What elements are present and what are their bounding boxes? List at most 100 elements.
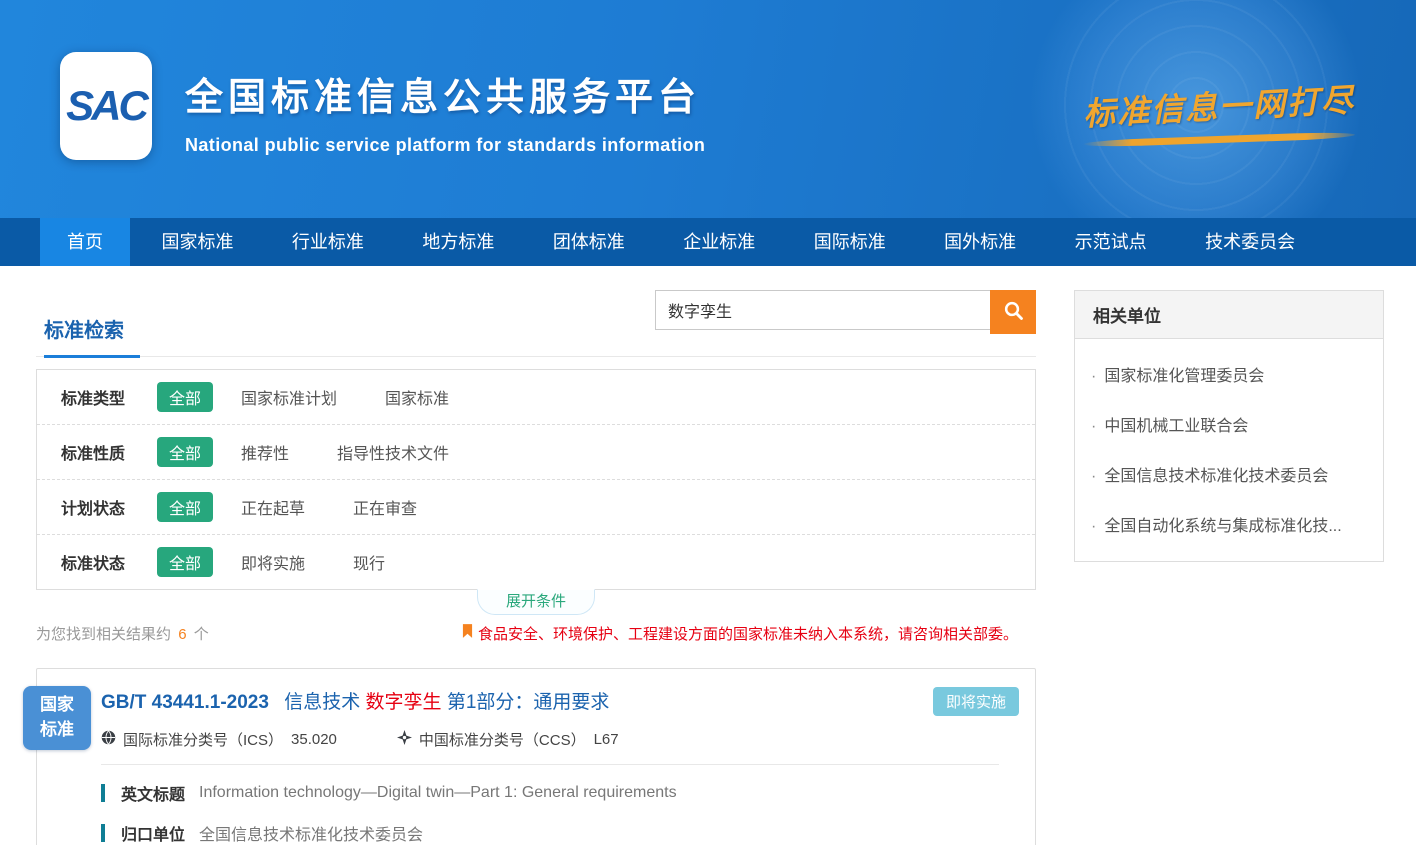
site-banner: SAC 全国标准信息公共服务平台 National public service…	[0, 0, 1416, 218]
standard-title-part2: 第1部分：通用要求	[447, 692, 610, 713]
filter-option[interactable]: 国家标准	[385, 385, 449, 409]
filter-label: 计划状态	[61, 495, 157, 519]
related-unit-link[interactable]: · 中国机械工业联合会	[1091, 399, 1367, 449]
filter-all-badge[interactable]: 全部	[157, 547, 213, 577]
filter-label: 标准性质	[61, 440, 157, 464]
site-subtitle: National public service platform for sta…	[185, 135, 705, 156]
globe-icon	[101, 730, 123, 749]
bookmark-icon	[462, 624, 478, 643]
ccs-group: 中国标准分类号（CCS） L67	[397, 729, 619, 750]
related-units-title: 相关单位	[1075, 291, 1383, 339]
ics-group: 国际标准分类号（ICS） 35.020	[101, 729, 337, 750]
main-nav: 首页 国家标准 行业标准 地方标准 团体标准 企业标准 国际标准 国外标准 示范…	[0, 218, 1416, 266]
filter-row-standard-nature: 标准性质 全部 推荐性 指导性技术文件	[37, 425, 1035, 480]
result-notice-text: 食品安全、环境保护、工程建设方面的国家标准未纳入本系统，请咨询相关部委。	[478, 623, 1018, 644]
filter-option[interactable]: 推荐性	[241, 440, 289, 464]
filter-all-badge[interactable]: 全部	[157, 492, 213, 522]
nav-item-national-standards[interactable]: 国家标准	[134, 218, 260, 266]
english-title-label: 英文标题	[121, 781, 185, 805]
main-column: 标准检索 标准类型 全部	[36, 290, 1036, 845]
filter-row-standard-status: 标准状态 全部 即将实施 现行	[37, 535, 1035, 589]
nav-item-technical-committee[interactable]: 技术委员会	[1178, 218, 1322, 266]
related-unit-link[interactable]: · 全国信息技术标准化技术委员会	[1091, 449, 1367, 499]
search-box	[655, 290, 1036, 334]
ccs-value: L67	[594, 731, 619, 748]
filter-all-badge[interactable]: 全部	[157, 382, 213, 412]
related-units-list: ·国家标准化管理委员会 ·中国机械工业联合会 ·全国信息技术标准化技术委员会 ·…	[1075, 339, 1383, 561]
related-unit-label: 全国信息技术标准化技术委员会	[1104, 468, 1328, 485]
filter-label: 标准状态	[61, 550, 157, 574]
english-title-value: Information technology—Digital twin—Part…	[199, 784, 677, 802]
status-badge: 即将实施	[933, 687, 1019, 716]
nav-item-group-standards[interactable]: 团体标准	[526, 218, 652, 266]
standard-type-badge: 国家 标准	[23, 686, 91, 750]
result-count-suffix: 个	[194, 626, 209, 643]
filter-option[interactable]: 正在审查	[353, 495, 417, 519]
nav-item-home[interactable]: 首页	[40, 218, 130, 266]
nav-item-international-standards[interactable]: 国际标准	[787, 218, 913, 266]
search-button[interactable]	[990, 290, 1036, 334]
english-title-row: 英文标题 Information technology—Digital twin…	[101, 781, 1019, 805]
related-unit-label: 国家标准化管理委员会	[1104, 368, 1264, 385]
compass-icon	[397, 730, 419, 749]
site-brand: 全国标准信息公共服务平台 National public service pla…	[185, 66, 705, 156]
banner-slogan-text: 标准信息一网打尽	[1073, 74, 1365, 135]
sac-logo[interactable]: SAC	[60, 52, 152, 160]
dept-label: 归口单位	[121, 821, 185, 845]
standard-title-part1: 信息技术	[284, 692, 360, 713]
related-unit-label: 中国机械工业联合会	[1104, 418, 1248, 435]
dept-value[interactable]: 全国信息技术标准化技术委员会	[199, 821, 423, 845]
search-icon	[1003, 300, 1024, 324]
dept-row: 归口单位 全国信息技术标准化技术委员会	[101, 821, 1019, 845]
search-section-header: 标准检索	[36, 290, 1036, 357]
filter-option[interactable]: 国家标准计划	[241, 385, 337, 409]
nav-item-enterprise-standards[interactable]: 企业标准	[656, 218, 782, 266]
nav-item-pilot[interactable]: 示范试点	[1048, 218, 1174, 266]
nav-item-local-standards[interactable]: 地方标准	[395, 218, 521, 266]
standard-code: GB/T 43441.1-2023	[101, 692, 269, 713]
attr-bar	[101, 824, 105, 842]
result-notice: 食品安全、环境保护、工程建设方面的国家标准未纳入本系统，请咨询相关部委。	[462, 623, 1036, 644]
sac-logo-text: SAC	[66, 82, 146, 130]
attr-bar	[101, 784, 105, 802]
ics-label: 国际标准分类号（ICS）	[123, 729, 283, 750]
ccs-label: 中国标准分类号（CCS）	[419, 729, 586, 750]
bullet: ·	[1091, 468, 1096, 485]
related-unit-link[interactable]: ·国家标准化管理委员会	[1091, 349, 1367, 399]
bullet: ·	[1091, 518, 1096, 535]
filter-label: 标准类型	[61, 385, 157, 409]
content-area: 标准检索 标准类型 全部	[0, 266, 1416, 845]
type-badge-line2: 标准	[23, 718, 91, 743]
standard-title-highlight: 数字孪生	[366, 692, 442, 713]
filter-all-badge[interactable]: 全部	[157, 437, 213, 467]
nav-item-foreign-standards[interactable]: 国外标准	[917, 218, 1043, 266]
bullet: ·	[1091, 418, 1096, 435]
result-count: 为您找到相关结果约 6 个	[36, 623, 209, 644]
related-unit-label: 全国自动化系统与集成标准化技...	[1104, 518, 1341, 535]
banner-slogan: 标准信息一网打尽	[1074, 82, 1364, 143]
standard-result-card: 国家 标准 GB/T 43441.1-2023 信息技术 数字孪生 第1部分：通…	[36, 668, 1036, 845]
sidebar: 相关单位 ·国家标准化管理委员会 ·中国机械工业联合会 ·全国信息技术标准化技术…	[1074, 290, 1384, 845]
filter-option[interactable]: 指导性技术文件	[337, 440, 449, 464]
filter-panel: 标准类型 全部 国家标准计划 国家标准 标准性质 全部 推荐性 指导性技术文件 …	[36, 369, 1036, 590]
filter-option[interactable]: 正在起草	[241, 495, 305, 519]
nav-item-industry-standards[interactable]: 行业标准	[265, 218, 391, 266]
ics-value: 35.020	[291, 731, 337, 748]
classification-row: 国际标准分类号（ICS） 35.020 中国标准分类号（CCS）	[101, 729, 1019, 750]
card-body: GB/T 43441.1-2023 信息技术 数字孪生 第1部分：通用要求 即将…	[37, 669, 1035, 845]
standard-title-link[interactable]: GB/T 43441.1-2023 信息技术 数字孪生 第1部分：通用要求	[101, 687, 609, 714]
page: SAC 全国标准信息公共服务平台 National public service…	[0, 0, 1416, 845]
result-meta-row: 为您找到相关结果约 6 个 食品安全、环境保护、工程建设方面的国家标准未纳入本系…	[36, 623, 1036, 644]
filter-option[interactable]: 现行	[353, 550, 385, 574]
related-units-panel: 相关单位 ·国家标准化管理委员会 ·中国机械工业联合会 ·全国信息技术标准化技术…	[1074, 290, 1384, 562]
filter-option[interactable]: 即将实施	[241, 550, 305, 574]
expand-conditions-button[interactable]: 展开条件	[477, 589, 595, 615]
card-divider	[101, 764, 999, 765]
search-input[interactable]	[655, 290, 990, 330]
filter-row-standard-type: 标准类型 全部 国家标准计划 国家标准	[37, 370, 1035, 425]
filter-row-plan-status: 计划状态 全部 正在起草 正在审查	[37, 480, 1035, 535]
result-count-number: 6	[175, 626, 189, 643]
related-unit-link[interactable]: · 全国自动化系统与集成标准化技...	[1091, 499, 1367, 549]
card-title-row: GB/T 43441.1-2023 信息技术 数字孪生 第1部分：通用要求 即将…	[101, 687, 1019, 716]
section-title-standard-search: 标准检索	[44, 314, 140, 358]
